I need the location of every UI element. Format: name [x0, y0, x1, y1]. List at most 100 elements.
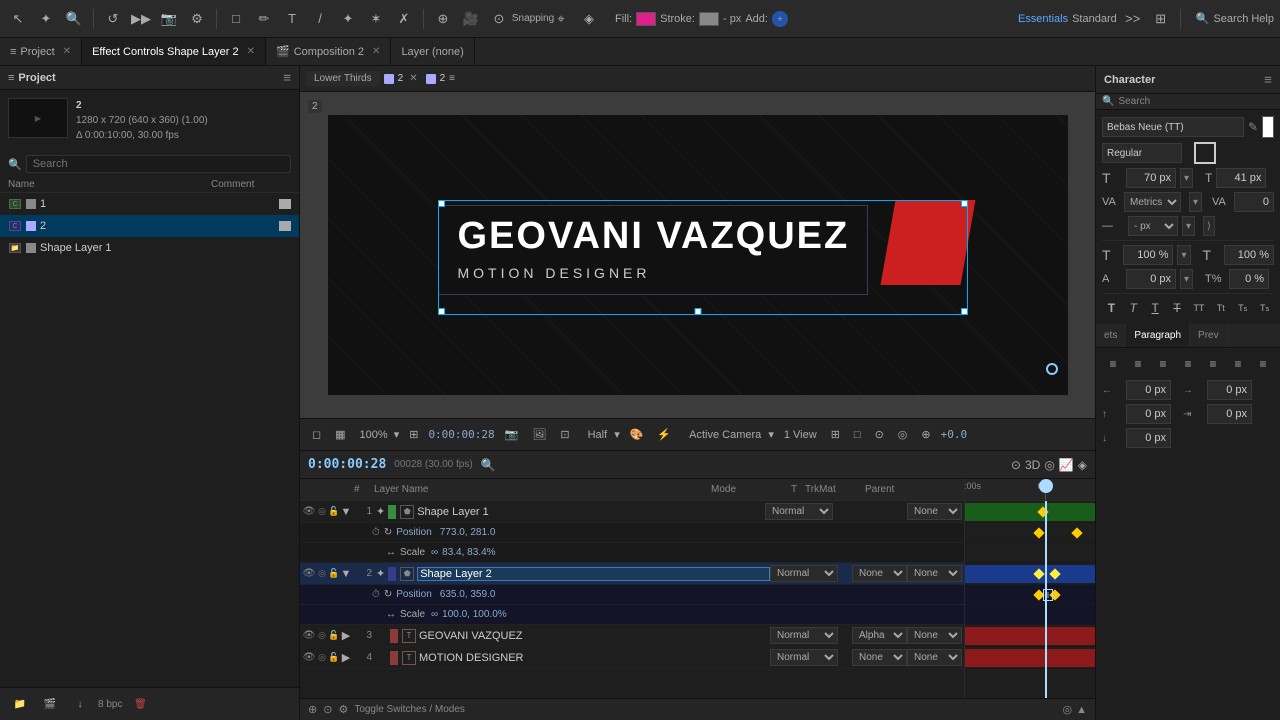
small-caps-btn[interactable]: Tt — [1211, 298, 1230, 318]
space-before-input[interactable] — [1126, 404, 1171, 424]
settings-tool[interactable]: ⚙ — [185, 7, 209, 31]
import-btn[interactable]: ↓ — [68, 692, 92, 716]
scale-h-input[interactable] — [1123, 245, 1173, 265]
undo-tool[interactable]: ↺ — [101, 7, 125, 31]
add-btn[interactable]: + — [772, 11, 788, 27]
font-pen-icon[interactable]: ✎ — [1248, 120, 1258, 134]
superscript-btn[interactable]: Ts — [1233, 298, 1252, 318]
layer-tab[interactable]: Layer (none) — [391, 38, 474, 65]
tl-layer3-label[interactable] — [390, 629, 398, 643]
project-search-input[interactable] — [26, 155, 291, 173]
tl-parent-header[interactable]: Parent — [865, 484, 960, 495]
comp-view-btn2[interactable]: □ — [850, 427, 865, 443]
tl-layer3-trkmat[interactable]: Alpha — [852, 627, 907, 644]
comp-grid-btn[interactable]: ▦ — [331, 426, 349, 443]
layer1-pos-kf[interactable] — [1033, 527, 1044, 538]
tl-layer3-eye[interactable]: 👁 — [302, 630, 316, 641]
playhead-top[interactable] — [1039, 479, 1053, 493]
new-folder-btn[interactable]: 📁 — [8, 692, 32, 716]
kerning-unit-btn[interactable]: ▾ — [1189, 192, 1202, 212]
project-panel-menu[interactable]: ≡ — [283, 70, 291, 85]
delete-btn[interactable]: 🗑 — [128, 692, 152, 716]
unit-arrow-btn[interactable]: ⟩ — [1203, 216, 1215, 236]
scale-h-unit-btn[interactable]: ▾ — [1177, 245, 1190, 265]
selection-handle-bm[interactable] — [694, 308, 701, 315]
tl-layer2-lock[interactable]: 🔓 — [328, 568, 340, 579]
view-select-btn[interactable]: 1 View — [780, 427, 821, 443]
tl-layer2-pos-stopwatch[interactable]: ⏱ — [372, 589, 380, 600]
anchor-tool[interactable]: ⊕ — [431, 7, 455, 31]
tl-layer1-eye[interactable]: 👁 — [302, 506, 316, 517]
track-layer4[interactable] — [965, 647, 1095, 669]
stroke-color-swatch[interactable] — [699, 12, 719, 26]
baseline-unit-btn[interactable]: ▾ — [1180, 269, 1193, 289]
comp-view-btn1[interactable]: ⊞ — [827, 426, 844, 443]
tl-solo-btn[interactable]: ◎ — [1044, 458, 1054, 472]
space-after-input[interactable] — [1126, 428, 1171, 448]
tl-zoom-out-btn[interactable]: ▲ — [1076, 703, 1087, 716]
tl-layer2-expand[interactable]: ▼ — [340, 568, 352, 580]
prev-tab[interactable]: Prev — [1190, 324, 1228, 347]
indent-first-input[interactable] — [1207, 404, 1252, 424]
track-layer3[interactable] — [965, 625, 1095, 647]
tl-layer1-label[interactable] — [388, 505, 396, 519]
composition-tab[interactable]: 🎬 Composition 2 ✕ — [266, 38, 391, 65]
zoom-select-btn[interactable]: 100% — [356, 427, 392, 443]
track-layer2[interactable] — [965, 563, 1095, 585]
font-style-input[interactable] — [1102, 143, 1182, 163]
tl-layer2-mode[interactable]: Normal — [770, 565, 838, 582]
effect-controls-tab[interactable]: Effect Controls Shape Layer 2 ✕ — [82, 38, 266, 65]
rect-tool[interactable]: □ — [224, 7, 248, 31]
standard-button[interactable]: Standard — [1072, 13, 1117, 25]
workspace-settings-btn[interactable]: ⊞ — [1149, 7, 1173, 31]
comp2-close[interactable]: ✕ — [409, 73, 417, 84]
subscript-btn[interactable]: Ts — [1255, 298, 1274, 318]
tl-3d-btn[interactable]: 3D — [1025, 458, 1040, 472]
kerning-type-select[interactable]: Metrics — [1124, 192, 1181, 212]
show-snapshot-btn[interactable]: 🖼 — [528, 426, 550, 443]
track-layer1[interactable] — [965, 501, 1095, 523]
new-comp-btn[interactable]: 🎬 — [38, 692, 62, 716]
fast-preview-btn[interactable]: ⚡ — [653, 426, 675, 443]
tl-layer4-mode[interactable]: Normal — [770, 649, 838, 666]
bold-btn[interactable]: T — [1102, 298, 1121, 318]
comp2-indicator[interactable]: 2 — [398, 73, 404, 84]
scale-v-input[interactable] — [1224, 245, 1274, 265]
font-size-unit-btn[interactable]: ▾ — [1180, 168, 1193, 188]
comment-column-header[interactable]: Comment — [211, 179, 291, 190]
project-tab[interactable]: ≡ Project ✕ — [0, 38, 82, 65]
justify-right-btn[interactable]: ≡ — [1227, 354, 1249, 374]
camera3d-tool[interactable]: 🎥 — [459, 7, 483, 31]
text-tool[interactable]: T — [280, 7, 304, 31]
tl-layer4-label[interactable] — [390, 651, 398, 665]
unit-dropdown-btn[interactable]: ▾ — [1182, 216, 1195, 236]
tl-motion-blur-btn[interactable]: ⊙ — [1011, 458, 1021, 472]
tl-layer-4[interactable]: 👁 ◎ 🔓 ▶ 4 T MOTION DESIGNER Normal — [300, 647, 964, 669]
justify-left-btn[interactable]: ≡ — [1177, 354, 1199, 374]
move-tool[interactable]: ✗ — [392, 7, 416, 31]
font-name-input[interactable] — [1102, 117, 1244, 137]
underline-btn[interactable]: T — [1146, 298, 1165, 318]
comp-view-btn4[interactable]: ◎ — [894, 426, 912, 443]
stroke-color-swatch[interactable] — [1194, 142, 1216, 164]
expand-tabs-btn[interactable]: ≡ — [449, 73, 455, 84]
layer1-pos-kf2[interactable] — [1071, 527, 1082, 538]
camera-select-btn[interactable]: Active Camera — [685, 427, 765, 443]
tl-layer1-star[interactable]: ✦ — [376, 505, 385, 518]
selection-handle-bl[interactable] — [438, 308, 445, 315]
tl-layer-1[interactable]: 👁 ◎ 🔓 ▼ 1 ✦ ⬟ Shape Layer 1 Normal — [300, 501, 964, 523]
tl-layer4-expand[interactable]: ▶ — [340, 651, 352, 664]
tl-layer4-solo[interactable]: ◎ — [316, 652, 328, 663]
comp-view-btn5[interactable]: ⊕ — [917, 426, 934, 443]
project-item-2[interactable]: C 2 — [0, 215, 299, 237]
center-point-handle[interactable] — [1046, 363, 1058, 375]
tl-mode-header[interactable]: Mode — [711, 484, 791, 495]
transparency-btn[interactable]: ⊡ — [556, 426, 573, 443]
justify-all-btn[interactable]: ≡ — [1252, 354, 1274, 374]
tl-layer3-mode[interactable]: Normal — [770, 627, 838, 644]
tl-layer2-label[interactable] — [388, 567, 396, 581]
comp-color-btn[interactable]: 🎨 — [626, 426, 648, 443]
puppet-tool[interactable]: ✶ — [364, 7, 388, 31]
effect-controls-tab-close[interactable]: ✕ — [247, 46, 255, 57]
tl-layer3-solo[interactable]: ◎ — [316, 630, 328, 641]
